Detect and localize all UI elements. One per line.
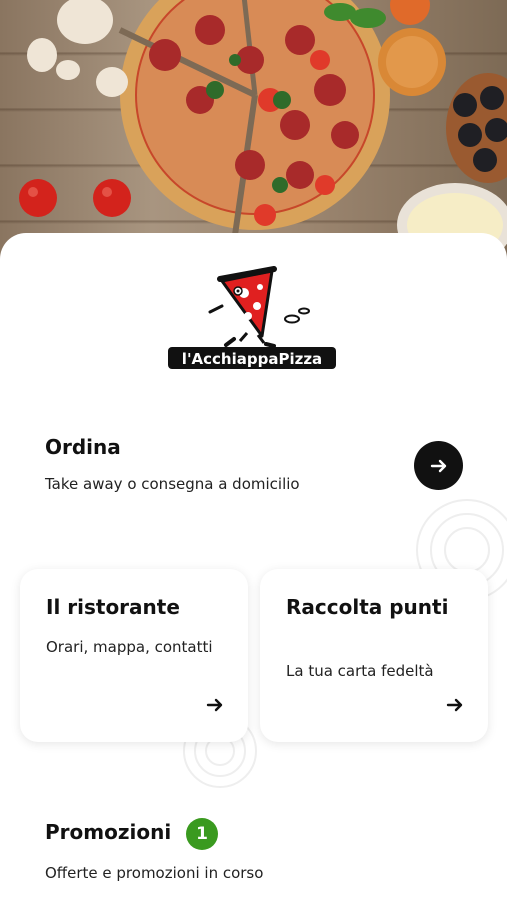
restaurant-card[interactable]: Il ristorante Orari, mappa, contatti [20, 569, 248, 742]
order-button[interactable] [414, 441, 463, 490]
card-subtitle: La tua carta fedeltà [286, 662, 434, 680]
card-title: Il ristorante [46, 595, 180, 619]
arrow-right-icon [430, 459, 446, 472]
order-subtitle: Take away o consegna a domicilio [45, 475, 300, 493]
order-title: Ordina [45, 435, 121, 459]
brand-logo: l'AcchiappaPizza [162, 251, 342, 371]
hero-image [0, 0, 507, 262]
arrow-right-icon [206, 698, 223, 712]
promotions-title[interactable]: Promozioni [45, 820, 171, 844]
loyalty-card[interactable]: Raccolta punti La tua carta fedeltà [260, 569, 488, 742]
onion-decoration [378, 0, 446, 96]
tomatoes-decoration [19, 179, 131, 217]
arrow-right-icon [446, 698, 463, 712]
card-subtitle: Orari, mappa, contatti [46, 638, 213, 656]
promotions-count-badge: 1 [186, 818, 218, 850]
olives-decoration [446, 73, 507, 183]
mushrooms-decoration [27, 0, 128, 97]
card-title: Raccolta punti [286, 595, 449, 619]
pizza-mascot-icon [208, 266, 310, 348]
logo-wordmark: l'AcchiappaPizza [182, 350, 322, 368]
pizza-illustration [118, 0, 390, 236]
content-sheet: l'AcchiappaPizza Ordina Take away o cons… [0, 233, 507, 900]
promotions-subtitle: Offerte e promozioni in corso [45, 864, 264, 882]
